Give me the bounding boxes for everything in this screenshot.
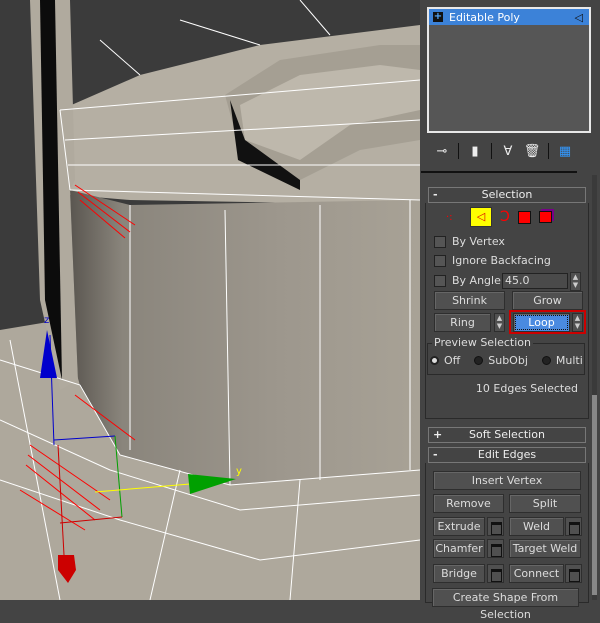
rollout-title: Edit Edges	[477, 448, 537, 461]
stack-toolbar: ⊸ ▮ ∀ 🗑 ▦	[430, 140, 590, 162]
ignore-backfacing-checkbox[interactable]: Ignore Backfacing	[434, 254, 551, 267]
preview-off-radio[interactable]: Off	[430, 354, 460, 367]
angle-input[interactable]: 45.0	[502, 273, 568, 289]
weld-button[interactable]: Weld	[509, 517, 564, 536]
insert-vertex-button[interactable]: Insert Vertex	[433, 471, 581, 490]
preview-multi-radio[interactable]: Multi	[541, 354, 583, 367]
chamfer-settings-icon[interactable]	[487, 539, 504, 558]
expand-icon: +	[433, 428, 443, 441]
target-weld-button[interactable]: Target Weld	[509, 539, 581, 558]
remove-button[interactable]: Remove	[433, 494, 504, 513]
edge-mode-icon[interactable]: ◁	[470, 207, 492, 227]
edge-subobject-icon: ◁	[574, 10, 583, 24]
loop-button[interactable]: Loop	[513, 313, 570, 332]
show-end-result-icon[interactable]: ▮	[463, 144, 487, 159]
by-angle-label: By Angle:	[452, 274, 505, 287]
loop-spinner[interactable]: ▲ ▼	[572, 313, 583, 332]
grow-button[interactable]: Grow	[512, 291, 583, 310]
y-axis-label: y	[236, 466, 242, 477]
scrollbar-thumb[interactable]	[592, 395, 597, 595]
ignore-backfacing-label: Ignore Backfacing	[452, 254, 551, 267]
pin-stack-icon[interactable]: ⊸	[430, 144, 454, 159]
mesh-render: z y	[0, 0, 420, 600]
stack-item-editable-poly[interactable]: + Editable Poly ◁	[429, 9, 589, 25]
by-vertex-label: By Vertex	[452, 235, 505, 248]
configure-modifier-sets-icon[interactable]: ▦	[553, 144, 577, 159]
preview-subobj-radio[interactable]: SubObj	[474, 354, 528, 367]
by-angle-checkbox[interactable]: By Angle:	[434, 274, 505, 287]
remove-modifier-icon[interactable]: 🗑	[520, 144, 544, 159]
panel-scrollbar[interactable]	[592, 175, 597, 600]
rollout-title: Soft Selection	[469, 428, 545, 441]
stack-item-label: Editable Poly	[449, 10, 520, 24]
split-button[interactable]: Split	[509, 494, 581, 513]
by-vertex-checkbox[interactable]: By Vertex	[434, 235, 505, 248]
rollout-title: Selection	[481, 188, 533, 201]
bridge-button[interactable]: Bridge	[433, 564, 485, 583]
bridge-settings-icon[interactable]	[487, 564, 504, 583]
weld-settings-icon[interactable]	[565, 517, 582, 536]
chamfer-button[interactable]: Chamfer	[433, 539, 485, 558]
preview-selection-title: Preview Selection	[432, 336, 534, 349]
viewport-perspective[interactable]: z y	[0, 0, 420, 600]
ring-spinner[interactable]: ▲ ▼	[494, 313, 505, 332]
shrink-button[interactable]: Shrink	[434, 291, 505, 310]
border-mode-icon[interactable]: Ↄ	[500, 209, 510, 225]
expand-icon[interactable]: +	[433, 12, 443, 22]
extrude-button[interactable]: Extrude	[433, 517, 485, 536]
rollout-soft-selection-header[interactable]: + Soft Selection	[428, 427, 586, 443]
angle-spinner[interactable]: ▲ ▼	[570, 272, 581, 291]
extrude-settings-icon[interactable]	[487, 517, 504, 536]
connect-settings-icon[interactable]	[565, 564, 582, 583]
selection-status: 10 Edges Selected	[475, 382, 578, 395]
polygon-mode-icon[interactable]	[517, 210, 531, 224]
make-unique-icon[interactable]: ∀	[496, 144, 520, 159]
ring-button[interactable]: Ring	[434, 313, 491, 332]
divider	[421, 171, 577, 173]
z-axis-label: z	[44, 315, 49, 326]
rollout-selection-header[interactable]: - Selection	[428, 187, 586, 203]
preview-options: Off SubObj Multi	[430, 354, 583, 367]
element-mode-icon[interactable]	[538, 211, 552, 223]
subobject-modes: ·: ◁ Ↄ	[446, 207, 552, 227]
rollout-edit-edges-header[interactable]: - Edit Edges	[428, 447, 586, 463]
collapse-icon: -	[433, 448, 438, 461]
collapse-icon: -	[433, 188, 438, 201]
connect-button[interactable]: Connect	[509, 564, 564, 583]
modifier-stack[interactable]: + Editable Poly ◁	[427, 7, 591, 133]
create-shape-button[interactable]: Create Shape From Selection	[432, 588, 579, 621]
vertex-mode-icon[interactable]: ·:	[446, 212, 462, 223]
